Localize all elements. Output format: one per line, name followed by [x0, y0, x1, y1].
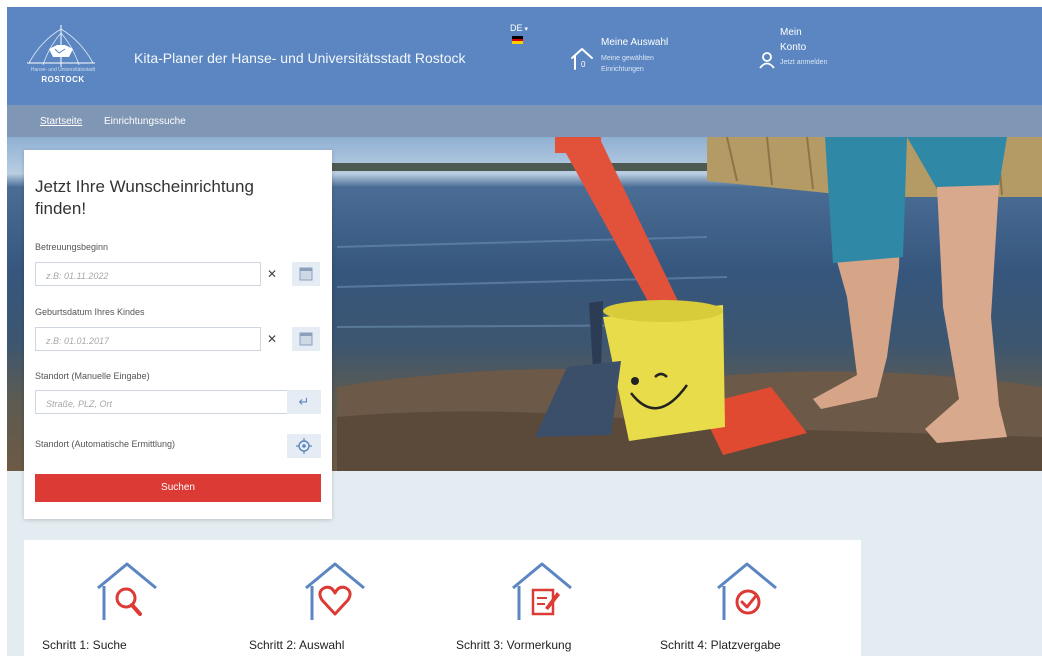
- language-selector[interactable]: DE ▾: [510, 23, 528, 33]
- start-date-calendar-button[interactable]: [292, 262, 320, 286]
- enter-location-button[interactable]: ↵: [287, 390, 321, 414]
- search-card: Jetzt Ihre Wunscheinrichtung finden! Bet…: [24, 150, 332, 519]
- locate-me-button[interactable]: [287, 434, 321, 458]
- clear-start-date-button[interactable]: ✕: [261, 262, 283, 286]
- selection-subtitle: Meine gewählten Einrichtungen: [601, 55, 654, 73]
- crosshair-location-icon: [296, 438, 312, 454]
- calendar-icon: [299, 332, 313, 346]
- step-2-label: Schritt 2: Auswahl: [249, 638, 345, 652]
- search-icon: [97, 562, 157, 620]
- user-icon[interactable]: [758, 51, 776, 69]
- nav-item-einrichtungssuche[interactable]: Einrichtungssuche: [104, 116, 186, 127]
- account-title[interactable]: Mein Konto: [780, 25, 820, 55]
- manual-location-input[interactable]: Straße, PLZ, Ort: [35, 390, 295, 414]
- site-title: Kita-Planer der Hanse- und Universitätss…: [134, 50, 466, 66]
- selection-title[interactable]: Meine Auswahl: [601, 37, 668, 48]
- step-4-label: Schritt 4: Platzvergabe: [660, 638, 781, 652]
- step-1-label: Schritt 1: Suche: [42, 638, 127, 652]
- language-code: DE: [510, 23, 523, 33]
- german-flag-icon: [512, 36, 523, 44]
- birth-date-input[interactable]: z.B: 01.01.2017: [35, 327, 261, 351]
- page: Hanse- und Universitätsstadt ROSTOCK Kit…: [7, 7, 1042, 656]
- account-subtitle[interactable]: Jetzt anmelden: [780, 57, 830, 68]
- steps-panel: Schritt 1: Suche Schritt 2: Auswahl Schr…: [24, 540, 861, 656]
- site-header: Hanse- und Universitätsstadt ROSTOCK Kit…: [7, 7, 1042, 105]
- main-nav: Startseite Einrichtungssuche: [7, 105, 1042, 137]
- logo-subtitle: Hanse- und Universitätsstadt: [30, 67, 96, 73]
- heart-icon: [305, 562, 365, 620]
- search-submit-button[interactable]: Suchen: [35, 474, 321, 502]
- start-date-label: Betreuungsbeginn: [35, 242, 109, 252]
- chevron-down-icon: ▾: [524, 26, 529, 33]
- step-3-label: Schritt 3: Vormerkung: [456, 638, 572, 652]
- manual-location-label: Standort (Manuelle Eingabe): [35, 371, 150, 381]
- clear-birth-date-button[interactable]: ✕: [261, 327, 283, 351]
- logo-city-name: ROSTOCK: [41, 75, 85, 84]
- search-heading: Jetzt Ihre Wunscheinrichtung finden!: [35, 177, 254, 218]
- calendar-icon: [299, 267, 313, 281]
- check-circle-icon: [717, 562, 777, 620]
- document-edit-icon: [512, 562, 572, 620]
- nav-item-startseite[interactable]: Startseite: [40, 116, 82, 127]
- birth-date-calendar-button[interactable]: [292, 327, 320, 351]
- city-logo[interactable]: Hanse- und Universitätsstadt ROSTOCK: [21, 23, 101, 93]
- selection-count-badge: 0: [581, 60, 586, 69]
- griffin-logo-icon: [27, 25, 95, 67]
- start-date-input[interactable]: z.B: 01.11.2022: [35, 262, 261, 286]
- auto-location-label: Standort (Automatische Ermittlung): [35, 439, 176, 449]
- birth-date-label: Geburtsdatum Ihres Kindes: [35, 307, 145, 317]
